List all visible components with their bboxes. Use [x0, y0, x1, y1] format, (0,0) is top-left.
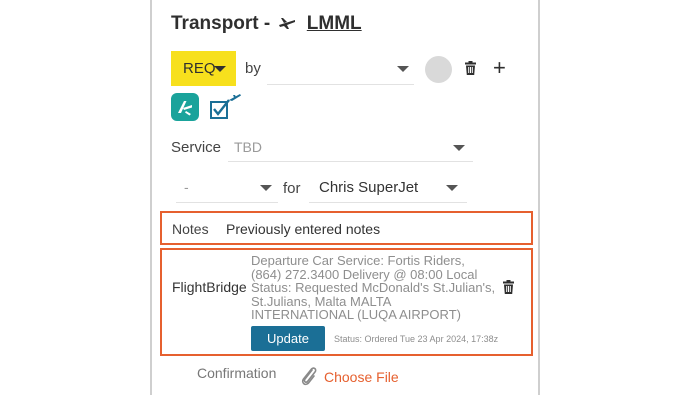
- paperclip-icon[interactable]: [299, 365, 319, 387]
- pilot-select[interactable]: Chris SuperJet: [309, 171, 467, 203]
- plus-icon[interactable]: +: [493, 57, 506, 79]
- service-label: Service: [171, 139, 222, 156]
- count-select[interactable]: -: [176, 171, 278, 203]
- pilot-value: Chris SuperJet: [319, 179, 419, 196]
- chevron-down-icon: [446, 185, 458, 191]
- airport-code-link[interactable]: LMML: [307, 13, 362, 34]
- airplane-icon: [278, 14, 296, 36]
- title-prefix: Transport -: [171, 13, 271, 34]
- by-label: by: [245, 60, 261, 77]
- flightbridge-details: Departure Car Service: Fortis Riders, (8…: [251, 253, 496, 322]
- chevron-down-icon: [260, 185, 272, 191]
- request-status-label: REQ: [183, 60, 216, 77]
- order-status-text: Status: Ordered Tue 23 Apr 2024, 17:38z: [334, 334, 499, 344]
- for-label: for: [283, 180, 301, 197]
- checkbox-plane-icon[interactable]: [209, 92, 243, 122]
- status-indicator-circle[interactable]: [425, 56, 452, 83]
- flightbridge-label: FlightBridge: [172, 279, 247, 295]
- transport-title: Transport - LMML: [171, 13, 362, 36]
- confirmation-label: Confirmation: [197, 365, 277, 381]
- update-button[interactable]: Update: [251, 326, 325, 351]
- count-value: -: [184, 179, 189, 195]
- service-select[interactable]: TBD: [228, 131, 473, 162]
- service-value: TBD: [234, 139, 262, 155]
- chevron-down-icon: [214, 66, 226, 72]
- requested-by-select[interactable]: [267, 52, 414, 85]
- transport-card: Transport - LMML REQ by + Service TBD - …: [150, 0, 540, 395]
- notes-value[interactable]: Previously entered notes: [226, 221, 380, 237]
- chevron-down-icon: [453, 145, 465, 151]
- trash-icon[interactable]: [503, 280, 514, 299]
- notes-row[interactable]: Notes Previously entered notes: [160, 211, 533, 245]
- flightbridge-panel: FlightBridge Departure Car Service: Fort…: [160, 248, 533, 356]
- trash-icon[interactable]: [465, 61, 476, 80]
- choose-file-link[interactable]: Choose File: [324, 369, 399, 385]
- request-status-dropdown[interactable]: REQ: [171, 51, 236, 86]
- chevron-down-icon: [397, 66, 409, 72]
- notes-label: Notes: [172, 221, 209, 237]
- flightbridge-logo-icon[interactable]: [171, 93, 199, 121]
